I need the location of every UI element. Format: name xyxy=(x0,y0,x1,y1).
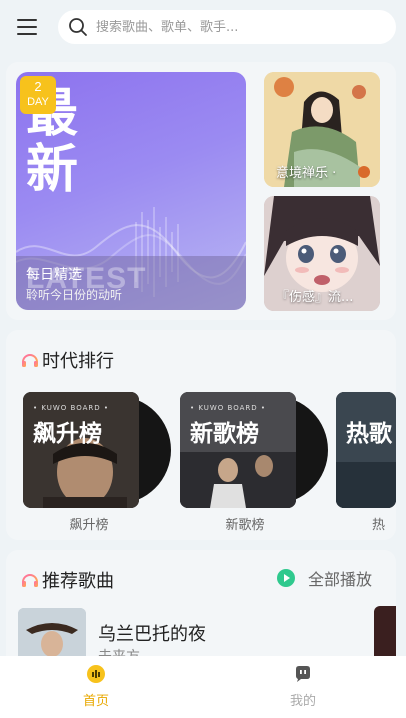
playlist-card-zen-caption: 意境禅乐 · xyxy=(276,166,337,181)
nav-mine[interactable]: 我的 xyxy=(273,664,333,709)
recommend-section-title: 推荐歌曲 xyxy=(42,571,114,592)
rank-cover: • KUWO BOARD • 新歌榜 xyxy=(180,392,296,508)
rank-item-soaring[interactable]: • KUWO BOARD • 飙升榜 xyxy=(23,392,171,508)
headphone-icon xyxy=(22,574,38,587)
recommend-section-header: 推荐歌曲 xyxy=(20,567,114,593)
search-bar[interactable] xyxy=(58,10,396,44)
rank-item-label: 新歌榜 xyxy=(225,518,265,533)
rank-cover-title: 飙升榜 xyxy=(33,421,102,447)
rank-cover: 热歌 xyxy=(336,392,396,508)
menu-icon xyxy=(17,19,37,21)
mine-icon xyxy=(296,666,310,682)
day-badge-number: 2 xyxy=(34,79,42,94)
search-input[interactable] xyxy=(96,19,346,35)
daily-subtitle: 聆听今日份的动听 xyxy=(26,288,123,302)
nav-mine-label: 我的 xyxy=(289,694,316,709)
top-bar xyxy=(0,0,406,56)
rank-item-label: 飙升榜 xyxy=(69,518,109,533)
daily-title: 每日精选 xyxy=(26,267,82,283)
bottom-nav: 首页 我的 xyxy=(0,656,406,718)
playlist-card-sad[interactable]: 『伤感』流... xyxy=(264,196,380,311)
rank-item-new[interactable]: • KUWO BOARD • 新歌榜 xyxy=(180,392,328,508)
day-badge: 2 DAY xyxy=(20,76,56,114)
rank-section-title: 时代排行 xyxy=(42,351,114,372)
rank-cover-title: 新歌榜 xyxy=(190,421,259,447)
nav-home[interactable]: 首页 xyxy=(66,664,126,709)
playlist-card-zen[interactable]: 意境禅乐 · xyxy=(264,72,380,187)
day-badge-unit: DAY xyxy=(27,96,49,108)
big-char-2: 新 xyxy=(26,139,79,200)
playlist-card-sad-caption: 『伤感』流... xyxy=(276,290,354,305)
rank-cover-title: 热歌 xyxy=(346,421,392,447)
rank-cover: • KUWO BOARD • 飙升榜 xyxy=(23,392,139,508)
nav-home-label: 首页 xyxy=(82,694,109,709)
headphone-icon xyxy=(22,354,38,367)
search-icon xyxy=(69,18,87,36)
rank-item-hot[interactable]: 热歌 xyxy=(336,392,406,508)
play-circle-icon xyxy=(277,569,295,587)
rank-section-header: 时代排行 xyxy=(20,347,114,373)
rank-brand: • KUWO BOARD • xyxy=(33,404,109,412)
song-title: 乌兰巴托的夜 xyxy=(98,624,206,645)
menu-button[interactable] xyxy=(14,14,42,38)
play-all-button[interactable]: 全部播放 xyxy=(276,566,372,590)
rank-brand: • KUWO BOARD • xyxy=(190,404,266,412)
rank-item-label: 热 xyxy=(372,518,386,533)
play-all-label: 全部播放 xyxy=(308,570,373,589)
home-icon xyxy=(87,665,105,683)
